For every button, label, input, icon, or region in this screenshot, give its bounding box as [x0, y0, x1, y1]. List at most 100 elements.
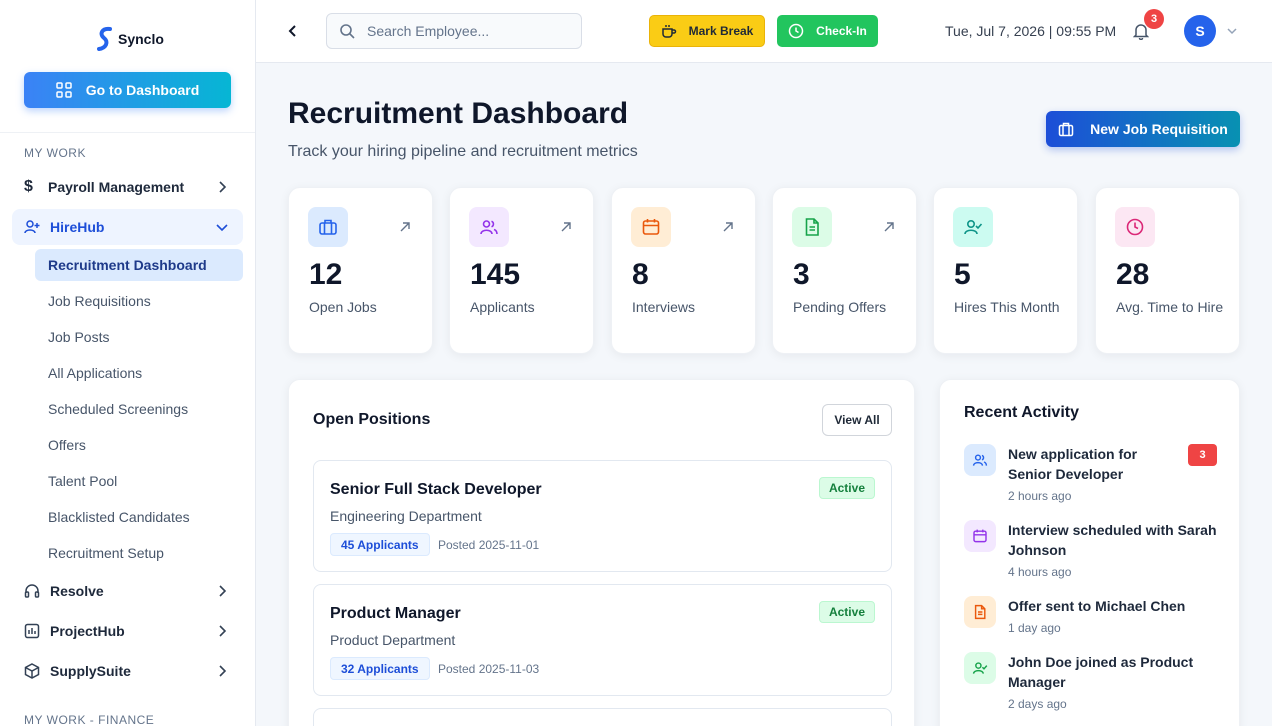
- sidebar-subitem-recruitment-dashboard[interactable]: Recruitment Dashboard: [35, 249, 243, 281]
- search-icon: [340, 24, 355, 39]
- job-card[interactable]: [313, 708, 892, 726]
- box-icon: [24, 663, 40, 679]
- stat-card-interviews[interactable]: 8 Interviews: [611, 187, 756, 354]
- grid-icon: [55, 82, 72, 98]
- sidebar-subitem-all-applications[interactable]: All Applications: [35, 357, 243, 389]
- chevron-left-icon[interactable]: [286, 23, 300, 39]
- stat-card-open-jobs[interactable]: 12 Open Jobs: [288, 187, 433, 354]
- new-job-requisition-button[interactable]: New Job Requisition: [1046, 111, 1240, 147]
- document-icon: [964, 596, 996, 628]
- job-title: Senior Full Stack Developer: [330, 481, 542, 498]
- avatar[interactable]: S: [1184, 15, 1216, 47]
- arrow-up-right-icon: [884, 222, 894, 232]
- sidebar-item-resolve[interactable]: Resolve: [12, 573, 243, 609]
- stat-card-applicants[interactable]: 145 Applicants: [449, 187, 594, 354]
- sidebar-item-label: ProjectHub: [50, 623, 125, 639]
- chevron-right-icon: [219, 665, 227, 677]
- stat-label: Pending Offers: [793, 299, 887, 315]
- sidebar-subitem-job-requisitions[interactable]: Job Requisitions: [35, 285, 243, 317]
- arrow-up-right-icon: [561, 222, 571, 232]
- arrow-up-right-icon: [723, 222, 733, 232]
- job-card[interactable]: Senior Full Stack Developer Engineering …: [313, 460, 892, 572]
- sidebar-item-label: Payroll Management: [48, 179, 185, 195]
- current-datetime: Tue, Jul 7, 2026 | 09:55 PM: [945, 23, 1117, 39]
- user-check-icon: [953, 207, 993, 247]
- page-subtitle: Track your hiring pipeline and recruitme…: [288, 143, 638, 160]
- top-header: Mark Break Check-In Tue, Jul 7, 2026 | 0…: [256, 0, 1272, 63]
- stat-label: Interviews: [632, 299, 696, 315]
- user-check-icon: [964, 652, 996, 684]
- stat-value: 3: [793, 258, 810, 291]
- applicants-badge: 32 Applicants: [330, 657, 430, 680]
- sidebar-item-payroll[interactable]: $ Payroll Management: [12, 169, 243, 205]
- user-plus-icon: [24, 220, 40, 234]
- mark-break-button[interactable]: Mark Break: [649, 15, 765, 47]
- job-card[interactable]: Product Manager Product Department 32 Ap…: [313, 584, 892, 696]
- sidebar-subitem-talent-pool[interactable]: Talent Pool: [35, 465, 243, 497]
- stat-label: Avg. Time to Hire: [1116, 299, 1224, 315]
- briefcase-icon: [1058, 122, 1074, 137]
- stat-card-hires-this-month[interactable]: 5 Hires This Month: [933, 187, 1078, 354]
- search-input[interactable]: [367, 23, 567, 39]
- view-all-button[interactable]: View All: [822, 404, 892, 436]
- dollar-icon: $: [24, 178, 33, 195]
- chevron-down-icon[interactable]: [1226, 25, 1238, 37]
- app-name: Synclo: [118, 31, 164, 47]
- chevron-right-icon: [219, 585, 227, 597]
- section-label-my-work: MY WORK: [24, 146, 86, 160]
- open-positions-title: Open Positions: [313, 411, 431, 428]
- activity-text: Interview scheduled with Sarah Johnson: [1008, 522, 1217, 558]
- stat-label: Open Jobs: [309, 299, 377, 315]
- sidebar-subitem-offers[interactable]: Offers: [35, 429, 243, 461]
- chevron-right-icon: [219, 181, 227, 193]
- clock-icon: [788, 23, 804, 39]
- activity-count-badge: 3: [1188, 444, 1217, 466]
- coffee-icon: [661, 25, 676, 38]
- section-label-finance: MY WORK - FINANCE: [24, 713, 155, 726]
- app-logo[interactable]: Synclo: [96, 26, 164, 52]
- stat-value: 12: [309, 258, 343, 291]
- stat-value: 8: [632, 258, 649, 291]
- check-in-button[interactable]: Check-In: [777, 15, 878, 47]
- activity-text: Offer sent to Michael Chen: [1008, 598, 1186, 614]
- sidebar-item-supplysuite[interactable]: SupplySuite: [12, 653, 243, 689]
- stat-card-avg-time-to-hire[interactable]: 28 Avg. Time to Hire: [1095, 187, 1240, 354]
- stat-value: 145: [470, 258, 521, 291]
- sidebar: Synclo Go to Dashboard MY WORK $ Payroll…: [0, 0, 256, 726]
- job-department: Product Department: [330, 632, 456, 648]
- stat-card-pending-offers[interactable]: 3 Pending Offers: [772, 187, 917, 354]
- go-to-dashboard-button[interactable]: Go to Dashboard: [24, 72, 231, 108]
- document-icon: [792, 207, 832, 247]
- recent-activity-panel: Recent Activity New application for Seni…: [939, 379, 1240, 726]
- arrow-up-right-icon: [400, 222, 410, 232]
- sidebar-subitem-recruitment-setup[interactable]: Recruitment Setup: [35, 537, 243, 569]
- clock-icon: [1115, 207, 1155, 247]
- activity-time: 1 day ago: [1008, 621, 1061, 635]
- chevron-right-icon: [219, 625, 227, 637]
- sidebar-item-label: SupplySuite: [50, 663, 131, 679]
- sidebar-item-label: Resolve: [50, 583, 104, 599]
- new-job-requisition-label: New Job Requisition: [1090, 121, 1228, 137]
- sidebar-subitem-job-posts[interactable]: Job Posts: [35, 321, 243, 353]
- users-icon: [964, 444, 996, 476]
- stat-label: Applicants: [470, 299, 535, 315]
- posted-date: Posted 2025-11-03: [438, 662, 540, 676]
- notification-badge: 3: [1144, 9, 1164, 29]
- activity-time: 2 days ago: [1008, 697, 1067, 711]
- sidebar-item-hirehub[interactable]: HireHub: [12, 209, 243, 245]
- sidebar-subitem-blacklisted-candidates[interactable]: Blacklisted Candidates: [35, 501, 243, 533]
- job-department: Engineering Department: [330, 508, 482, 524]
- synclo-logo-icon: [97, 26, 112, 51]
- sidebar-item-label: HireHub: [50, 219, 105, 235]
- applicants-badge: 45 Applicants: [330, 533, 430, 556]
- status-badge: Active: [818, 477, 875, 499]
- stat-value: 5: [954, 258, 971, 291]
- dashboard-button-label: Go to Dashboard: [85, 82, 200, 98]
- activity-text: John Doe joined as Product Manager: [1008, 654, 1194, 690]
- activity-text: New application for Senior Developer: [1008, 446, 1138, 482]
- activity-time: 2 hours ago: [1008, 489, 1072, 503]
- sidebar-divider: [0, 132, 255, 133]
- sidebar-subitem-scheduled-screenings[interactable]: Scheduled Screenings: [35, 393, 243, 425]
- sidebar-item-projecthub[interactable]: ProjectHub: [12, 613, 243, 649]
- users-icon: [469, 207, 509, 247]
